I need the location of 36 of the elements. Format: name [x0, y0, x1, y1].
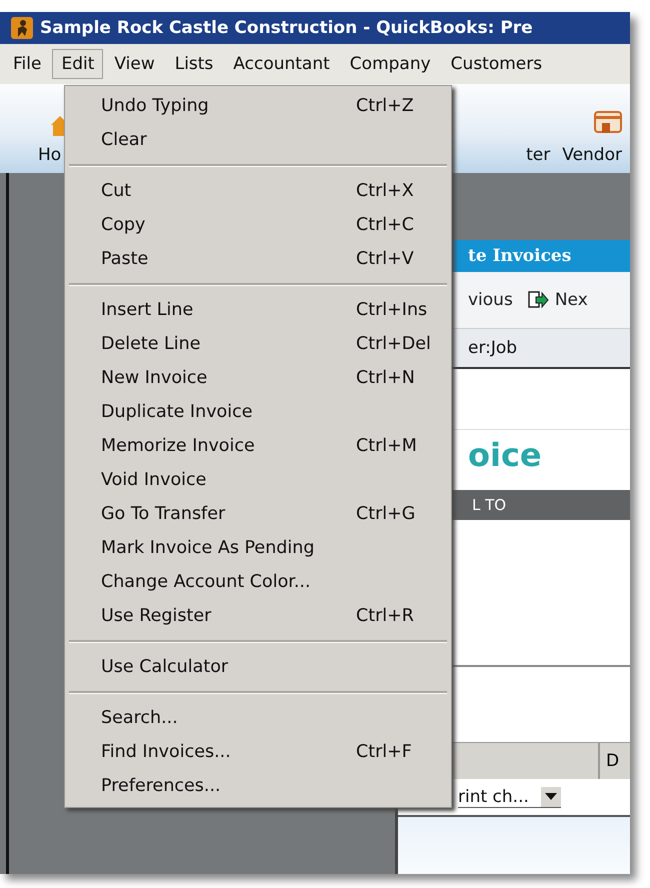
previous-button[interactable]: vious [468, 290, 513, 310]
toolbar-label[interactable]: Ho [38, 145, 62, 165]
menu-bar-item[interactable]: Customers [442, 49, 552, 79]
template-dropdown[interactable]: rint ch... [458, 786, 561, 808]
column-header: D [605, 750, 620, 773]
menu-item[interactable]: Use Calculator [65, 650, 451, 684]
window-title: Sample Rock Castle Construction - QuickBooks: Pre [40, 18, 533, 38]
menu-bar-item[interactable]: Accountant [224, 49, 339, 79]
menu-bar-item[interactable]: Company [340, 49, 440, 79]
toolbar-label[interactable]: Vendor [562, 145, 622, 165]
menu-item[interactable]: Memorize Invoice Ctrl+M [65, 429, 451, 463]
menu-item[interactable]: Insert Line Ctrl+Ins [65, 293, 451, 327]
menu-item[interactable]: Find Invoices... Ctrl+F [65, 735, 451, 769]
menu-item[interactable]: Mark Invoice As Pending [65, 531, 451, 565]
menu-item[interactable]: Cut Ctrl+X [65, 174, 451, 208]
menu-bar-item[interactable]: Lists [166, 49, 222, 79]
menu-bar-item[interactable]: Edit [52, 49, 104, 79]
menu-item[interactable]: Clear [65, 123, 451, 157]
next-arrow-icon[interactable] [526, 290, 549, 310]
next-button[interactable]: Nex [554, 290, 588, 310]
menu-item[interactable]: Delete Line Ctrl+Del [65, 327, 451, 361]
menu-item[interactable]: Search... [65, 701, 451, 735]
app-logo-icon [10, 16, 34, 40]
menu-item[interactable]: Copy Ctrl+C [65, 208, 451, 242]
menu-bar-item[interactable]: View [105, 49, 164, 79]
toolbar-label[interactable]: ter [526, 145, 550, 165]
menu-item[interactable]: Undo Typing Ctrl+Z [65, 89, 451, 123]
vendor-card-icon[interactable] [594, 111, 622, 135]
customer-job-label: er:Job [468, 338, 518, 358]
menu-bar-item[interactable]: File [4, 49, 50, 79]
invoice-heading: oice [468, 436, 542, 474]
menu-item[interactable]: Duplicate Invoice [65, 395, 451, 429]
menu-item[interactable]: Change Account Color... [65, 565, 451, 599]
menu-item[interactable]: Preferences... [65, 769, 451, 803]
menu-item[interactable]: New Invoice Ctrl+N [65, 361, 451, 395]
menu-item[interactable]: Use Register Ctrl+R [65, 599, 451, 633]
